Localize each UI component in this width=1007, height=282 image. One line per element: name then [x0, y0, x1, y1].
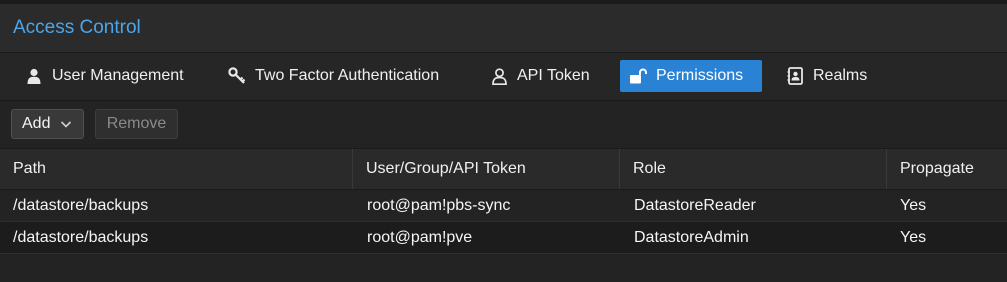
user-icon	[25, 67, 43, 85]
user-outline-icon	[490, 67, 508, 85]
tab-bar: User Management Two Factor Authenticatio…	[0, 53, 1007, 101]
cell-user: root@pam!pve	[367, 229, 473, 246]
cell-path: /datastore/backups	[13, 229, 149, 246]
column-header-role[interactable]: Role	[620, 149, 887, 189]
add-dropdown-button[interactable]: Add	[11, 109, 84, 139]
cell-propagate: Yes	[900, 229, 927, 246]
cell-role: DatastoreAdmin	[634, 229, 749, 246]
table-row[interactable]: /datastore/backups root@pam!pve Datastor…	[0, 222, 1007, 254]
table-header: Path User/Group/API Token Role Propagate	[0, 149, 1007, 190]
permissions-table: /datastore/backups root@pam!pbs-sync Dat…	[0, 190, 1007, 254]
table-row[interactable]: /datastore/backups root@pam!pbs-sync Dat…	[0, 190, 1007, 222]
cell-user: root@pam!pbs-sync	[367, 197, 511, 214]
address-book-icon	[786, 67, 804, 85]
toolbar: Add Remove	[0, 101, 1007, 149]
cell-role: DatastoreReader	[634, 197, 756, 214]
chevron-down-icon	[59, 117, 73, 131]
remove-button-label: Remove	[106, 115, 167, 132]
tab-user-management[interactable]: User Management	[16, 60, 193, 92]
tab-permissions[interactable]: Permissions	[620, 60, 762, 92]
panel-title: Access Control	[13, 17, 141, 38]
tab-api-token[interactable]: API Token	[481, 60, 599, 92]
key-icon	[228, 67, 246, 85]
unlock-icon	[629, 67, 647, 85]
tab-two-factor-authentication[interactable]: Two Factor Authentication	[219, 60, 448, 92]
panel-header: Access Control	[0, 4, 1007, 53]
cell-propagate: Yes	[900, 197, 927, 214]
tab-label: Realms	[813, 67, 868, 84]
column-header-user[interactable]: User/Group/API Token	[353, 149, 620, 189]
column-header-propagate[interactable]: Propagate	[887, 149, 1007, 189]
tab-label: Two Factor Authentication	[255, 67, 440, 84]
tab-label: API Token	[517, 67, 590, 84]
tab-label: Permissions	[656, 67, 744, 84]
tab-realms[interactable]: Realms	[777, 60, 876, 92]
tab-label: User Management	[52, 67, 184, 84]
add-button-label: Add	[22, 115, 51, 132]
cell-path: /datastore/backups	[13, 197, 149, 214]
column-header-path[interactable]: Path	[0, 149, 353, 189]
remove-button[interactable]: Remove	[95, 109, 178, 139]
